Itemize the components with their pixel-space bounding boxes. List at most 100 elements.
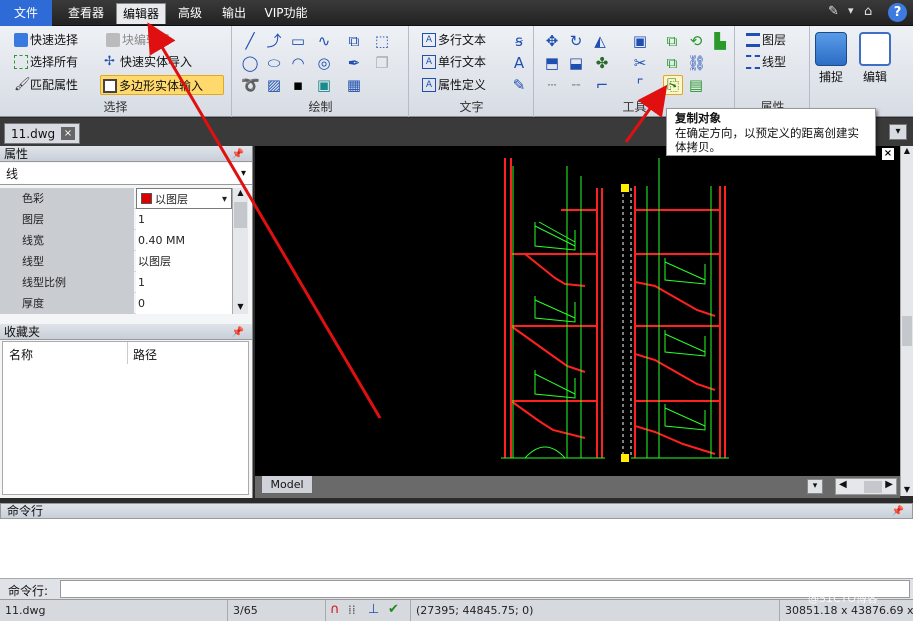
close-icon[interactable]: × (61, 127, 75, 140)
break-icon[interactable]: ✂ (631, 54, 649, 72)
prop-row-linetype-scale[interactable]: 线型比例 1 (0, 272, 232, 293)
drawing-canvas[interactable]: × (255, 146, 900, 476)
pen-tool-icon[interactable]: ✒ (345, 54, 363, 72)
fillet-icon[interactable]: ⌐ (593, 76, 611, 94)
scroll-thumb[interactable] (864, 481, 882, 493)
offset-icon[interactable]: ╌ (567, 76, 585, 94)
rotate-icon[interactable]: ↻ (567, 32, 585, 50)
grip-handle[interactable] (621, 184, 629, 192)
join-icon[interactable]: ⧉ (663, 54, 681, 72)
hatch-icon[interactable]: ⬚ (373, 32, 391, 50)
document-tab[interactable]: 11.dwg × (4, 123, 80, 144)
select-all-button[interactable]: 选择所有 (12, 52, 78, 72)
scroll-down-icon[interactable]: ▼ (233, 302, 248, 314)
snap-button[interactable]: 捕捉 (811, 28, 851, 92)
color-select[interactable]: 以图层 ▾ (136, 188, 232, 209)
scroll-left-icon[interactable]: ◀ (839, 479, 847, 490)
polygon-entity-input-button[interactable]: 多边形实体输入 (100, 75, 224, 95)
mirror-icon[interactable]: ◭ (591, 32, 609, 50)
text-edit-icon[interactable]: A (510, 54, 528, 72)
pen-icon[interactable]: ✎ (828, 4, 839, 19)
gradient-icon[interactable]: ▨ (265, 76, 283, 94)
menu-viewer[interactable]: 查看器 (62, 3, 110, 24)
move-icon[interactable]: ✥ (543, 32, 561, 50)
spline-icon[interactable]: ∿ (315, 32, 333, 50)
single-line-text-button[interactable]: A 单行文本 (420, 52, 486, 72)
attribute-definition-button[interactable]: A 属性定义 (420, 75, 486, 95)
prop-row-linetype[interactable]: 线型 以图层 (0, 251, 232, 272)
scroll-thumb[interactable] (234, 202, 247, 228)
quick-select-button[interactable]: 快速选择 (12, 30, 78, 50)
menu-editor[interactable]: 编辑器 (116, 3, 166, 24)
menu-output[interactable]: 输出 (216, 3, 252, 24)
favorites-list[interactable]: 名称 路径 (2, 341, 249, 495)
edit-button[interactable]: 编辑 (855, 28, 895, 92)
point-icon[interactable]: ▪ (289, 76, 307, 94)
horizontal-scrollbar[interactable]: ◀ ▶ (835, 478, 897, 495)
linetype-button[interactable]: 线型 (744, 52, 786, 72)
up-icon[interactable]: ⌂ (864, 4, 872, 19)
entity-type-select[interactable]: 线 ▾ (0, 163, 252, 185)
menu-advanced[interactable]: 高级 (172, 3, 208, 24)
block-editor-button[interactable]: 块编辑器 (104, 30, 170, 50)
favorites-col-path[interactable]: 路径 (133, 346, 157, 363)
properties-scrollbar[interactable]: ▲ ▼ (232, 188, 248, 314)
menu-vip[interactable]: VIP功能 (258, 3, 314, 24)
canvas-close-icon[interactable]: × (882, 148, 894, 160)
polar-check-icon[interactable]: ✔ (388, 602, 402, 618)
prop-row-lineweight[interactable]: 线宽 0.40 MM (0, 230, 232, 251)
scroll-right-icon[interactable]: ▶ (885, 479, 893, 490)
polyline-icon[interactable]: ⤴ (265, 32, 283, 50)
text-style-icon[interactable]: ꞩ (510, 32, 528, 50)
copy-object-icon[interactable]: ⎘ (663, 75, 683, 95)
model-tab[interactable]: Model (261, 476, 313, 494)
align-icon[interactable]: ⟲ (687, 32, 705, 50)
insert-block-icon[interactable]: ⧉ (345, 32, 363, 50)
scroll-up-icon[interactable]: ▲ (233, 188, 248, 200)
prop-row-color[interactable]: 色彩 以图层 ▾ (0, 188, 232, 209)
minimize-ribbon-icon[interactable]: ▾ (848, 4, 854, 17)
trim-icon[interactable]: ⬓ (567, 54, 585, 72)
array-icon[interactable]: ⧉ (663, 32, 681, 50)
ellipse-icon[interactable]: ⬭ (265, 54, 283, 72)
table-icon[interactable]: ▦ (345, 76, 363, 94)
chevron-down-icon[interactable]: ▾ (807, 479, 823, 494)
prop-row-thickness[interactable]: 厚度 0 (0, 293, 232, 314)
scale-icon[interactable]: ▣ (631, 32, 649, 50)
grip-handle[interactable] (621, 454, 629, 462)
scroll-thumb[interactable] (902, 316, 912, 346)
rectangle-icon[interactable]: ▭ (289, 32, 307, 50)
arc-icon[interactable]: ◠ (289, 54, 307, 72)
prop-row-layer[interactable]: 图层 1 (0, 209, 232, 230)
chamfer-icon[interactable]: ⌜ (631, 76, 649, 94)
copy-disabled-icon[interactable]: ❐ (373, 54, 391, 72)
stretch-icon[interactable]: ⬒ (543, 54, 561, 72)
multiline-text-button[interactable]: A 多行文本 (420, 30, 486, 50)
snap-magnet-icon[interactable]: ∩ (330, 602, 344, 618)
layers-button[interactable]: 图层 (744, 30, 786, 50)
pin-icon[interactable]: 📌 (232, 147, 244, 163)
region-icon[interactable]: ◎ (315, 54, 333, 72)
tab-list-chevron-icon[interactable]: ▾ (889, 124, 907, 140)
circle-icon[interactable]: ◯ (241, 54, 259, 72)
menu-file[interactable]: 文件 (0, 0, 52, 26)
chain-icon[interactable]: ⛓ (687, 54, 706, 72)
canvas-vertical-scrollbar[interactable]: ▲ ▼ (900, 146, 913, 496)
flag-icon[interactable]: ▙ (711, 32, 729, 50)
ortho-icon[interactable]: ⊥ (368, 602, 382, 618)
grid-icon[interactable]: ⁞⁞ (348, 602, 362, 618)
measure-icon[interactable]: ▤ (687, 76, 705, 94)
pin-icon[interactable]: 📌 (232, 325, 244, 341)
dotted-line-icon[interactable]: ┄ (543, 76, 561, 94)
edit-text-icon[interactable]: ✎ (510, 76, 528, 94)
scroll-down-icon[interactable]: ▼ (901, 485, 913, 494)
image-icon[interactable]: ▣ (315, 76, 333, 94)
explode-icon[interactable]: ✤ (593, 54, 611, 72)
favorites-col-name[interactable]: 名称 (9, 346, 33, 363)
quick-entity-import-button[interactable]: ✢ 快速实体导入 (102, 52, 192, 72)
line-icon[interactable]: ╱ (241, 32, 259, 50)
pin-icon[interactable]: 📌 (892, 504, 904, 519)
helix-icon[interactable]: ➰ (241, 76, 260, 94)
match-properties-button[interactable]: 🖌 匹配属性 (12, 75, 78, 95)
command-input[interactable] (60, 580, 910, 598)
